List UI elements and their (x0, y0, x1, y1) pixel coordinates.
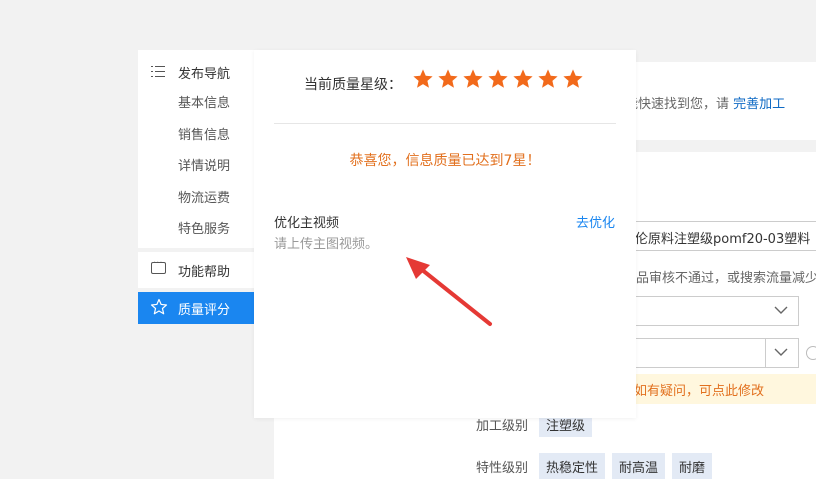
nav-header-label: 发布导航 (178, 67, 231, 82)
nav-header[interactable]: 发布导航 (138, 62, 254, 82)
annotation-arrow-icon (406, 257, 492, 326)
title-input[interactable]: 伦原料注塑级pomf20-03塑料 (628, 221, 816, 251)
divider (274, 123, 616, 124)
property-level-label: 特性级别 (476, 461, 529, 476)
star-rating-label: 当前质量星级： (304, 77, 402, 93)
chevron-down-icon (774, 306, 788, 314)
star-filled-icon (413, 69, 433, 88)
congrats-message: 恭喜您，信息质量已达到7星！ (349, 153, 541, 169)
nav-item-sales-info[interactable]: 销售信息 (178, 124, 230, 143)
nav-quality-score[interactable]: 质量评分 (138, 292, 254, 324)
select-divider (765, 339, 766, 367)
star-filled-icon (563, 69, 583, 88)
star-filled-icon (538, 69, 558, 88)
star-filled-icon (488, 69, 508, 88)
property-tag[interactable]: 热稳定性 (539, 453, 606, 479)
star-filled-icon (463, 69, 483, 88)
list-icon (151, 66, 165, 78)
nav-help-label: 功能帮助 (178, 265, 231, 280)
property-tag[interactable]: 耐高温 (612, 453, 666, 479)
complete-process-link[interactable]: 完善加工 (733, 97, 785, 112)
nav-quality-label: 质量评分 (178, 303, 231, 318)
chat-icon (151, 258, 166, 274)
nav-item-details[interactable]: 详情说明 (178, 155, 230, 174)
star-rating (412, 68, 584, 90)
chevron-down-icon (774, 348, 788, 356)
nav-item-special-service[interactable]: 特色服务 (178, 218, 230, 237)
nav-item-logistics[interactable]: 物流运费 (178, 187, 230, 206)
category-select[interactable] (628, 296, 799, 326)
star-filled-icon (513, 69, 533, 88)
quality-popup: 当前质量星级： 恭喜您，信息质量已达到7星！ 优化主视频 去优化 请上传主图视频… (254, 50, 636, 418)
property-tag[interactable]: 耐磨 (672, 453, 713, 479)
nav-help[interactable]: 功能帮助 (138, 252, 254, 288)
optimize-description: 请上传主图视频。 (274, 237, 379, 252)
title-warning: 品审核不通过，或搜索流量减少， (636, 271, 816, 286)
publish-nav: 发布导航 基本信息 销售信息 详情说明 物流运费 特色服务 (138, 50, 254, 248)
star-filled-icon (438, 69, 458, 88)
optimize-link[interactable]: 去优化 (576, 212, 615, 231)
help-question-icon[interactable] (806, 346, 816, 360)
brand-select[interactable] (628, 338, 799, 368)
notice-bar[interactable]: 如有疑问，可点此修改 (628, 374, 816, 404)
notice-text[interactable]: 如有疑问，可点此修改 (634, 380, 764, 399)
optimize-title: 优化主视频 (274, 216, 340, 231)
star-outline-icon (150, 298, 168, 315)
nav-item-basic-info[interactable]: 基本信息 (178, 92, 230, 111)
